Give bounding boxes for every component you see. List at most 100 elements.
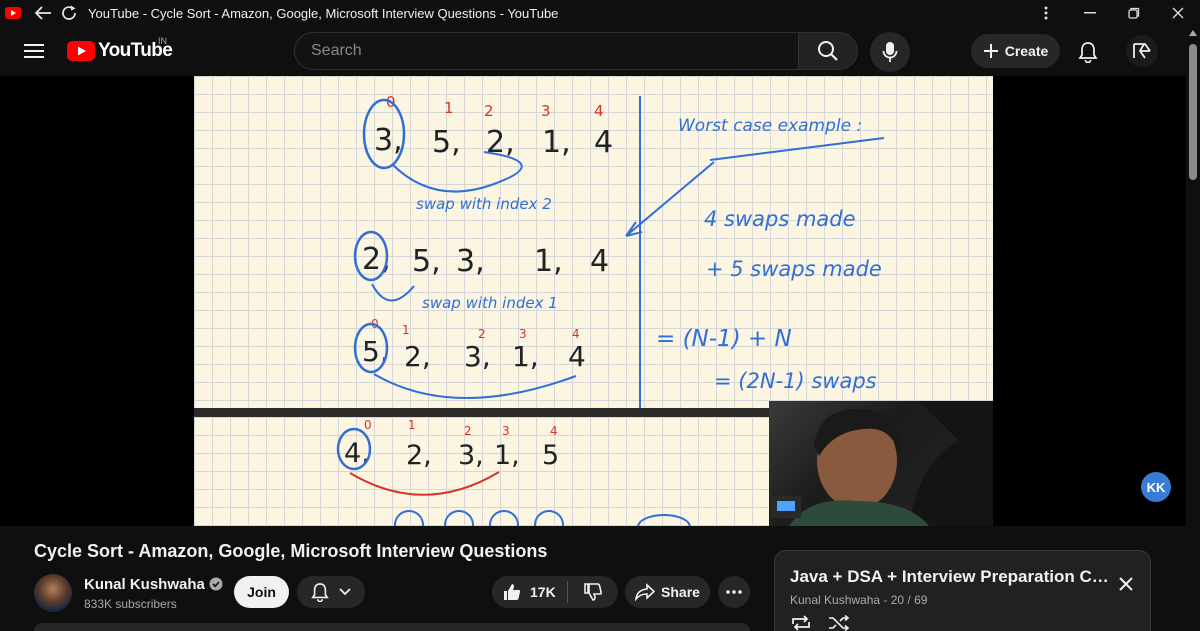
array-value: 4 [568, 340, 586, 373]
whiteboard-line: + 5 swaps made [706, 257, 882, 281]
restore-icon[interactable] [1112, 0, 1156, 26]
presenter-image [771, 401, 993, 526]
whiteboard-line: = (N-1) + N [656, 326, 792, 352]
minimize-icon[interactable] [1068, 0, 1112, 26]
create-label: Create [1004, 43, 1049, 59]
array-value: 5 [542, 440, 559, 471]
array-value: 1, [542, 125, 571, 160]
search-icon [818, 41, 838, 61]
join-button[interactable]: Join [234, 576, 289, 608]
subscriber-count: 833K subscribers [84, 596, 177, 611]
like-dislike-group: 17K [492, 576, 618, 608]
share-icon [635, 583, 656, 601]
window-title: YouTube - Cycle Sort - Amazon, Google, M… [88, 5, 559, 21]
more-options-icon[interactable] [1024, 0, 1068, 26]
microphone-icon [882, 42, 898, 62]
bell-icon [311, 583, 329, 602]
loop-icon[interactable] [790, 615, 812, 631]
array-value: 4 [594, 125, 613, 160]
array-value: 1, [534, 244, 563, 279]
whiteboard-heading: Worst case example : [678, 116, 862, 136]
hamburger-menu-icon[interactable] [20, 37, 48, 65]
index-label: 2 [484, 102, 494, 120]
index-label: 2 [478, 327, 486, 341]
array-value: 2, [404, 340, 431, 373]
index-label: 3 [519, 327, 527, 341]
search-box[interactable] [294, 32, 798, 70]
youtube-logo[interactable]: YouTube [67, 40, 173, 62]
index-label: 0 [364, 418, 372, 432]
like-button[interactable]: 17K [492, 576, 567, 608]
array-value: 3, [458, 440, 484, 471]
array-value: 1, [494, 440, 520, 471]
channel-owner: Kunal Kushwaha 833K subscribers [34, 574, 223, 612]
account-avatar[interactable] [1126, 35, 1158, 67]
reload-icon[interactable] [56, 0, 82, 26]
shuffle-icon[interactable] [828, 615, 850, 631]
index-label: 4 [572, 327, 580, 341]
array-value: 3, [464, 340, 491, 373]
youtube-play-icon [67, 41, 95, 61]
scroll-up-icon[interactable] [1189, 30, 1197, 36]
array-value: 5, [412, 244, 441, 279]
close-icon [1119, 577, 1133, 591]
plus-icon [983, 44, 998, 58]
back-arrow-icon[interactable] [30, 0, 56, 26]
playlist-title[interactable]: Java + DSA + Interview Preparation Cours… [790, 567, 1110, 587]
array-value: 2, [406, 440, 432, 471]
create-button[interactable]: Create [971, 34, 1060, 68]
array-value: 3, [456, 244, 485, 279]
description-box-edge[interactable] [34, 623, 750, 631]
index-label: 3 [541, 102, 551, 120]
index-label: 3 [502, 424, 510, 438]
whiteboard-line: = (2N-1) swaps [714, 369, 877, 393]
whiteboard-note: swap with index 1 [422, 294, 558, 312]
video-title: Cycle Sort - Amazon, Google, Microsoft I… [34, 541, 548, 561]
page-scrollbar[interactable] [1186, 26, 1200, 631]
array-value: 5, [432, 125, 461, 160]
like-count: 17K [530, 584, 556, 600]
index-label: 1 [408, 418, 416, 432]
playlist-panel: Java + DSA + Interview Preparation Cours… [774, 550, 1151, 631]
thumbs-down-icon [584, 583, 602, 601]
more-horizontal-icon [726, 590, 742, 594]
account-logo-icon [1133, 43, 1151, 59]
array-value: 3, [374, 123, 403, 158]
chevron-down-icon [339, 588, 351, 596]
channel-watermark[interactable]: KK [1141, 472, 1171, 502]
index-label: 1 [444, 99, 454, 117]
more-actions-button[interactable] [718, 576, 750, 608]
channel-avatar[interactable] [34, 574, 72, 612]
share-button[interactable]: Share [625, 576, 710, 608]
scrollbar-thumb[interactable] [1189, 44, 1197, 180]
video-player[interactable]: 0 1 2 3 4 3, 5, 2, 1, 4 swap with index … [0, 76, 1186, 526]
masthead: YouTube IN Create [0, 26, 1200, 76]
index-label: 2 [464, 424, 472, 438]
bell-icon [1078, 42, 1098, 63]
index-label: 4 [550, 424, 558, 438]
voice-search-button[interactable] [870, 32, 910, 72]
channel-name[interactable]: Kunal Kushwaha [84, 576, 205, 593]
array-value: 4 [590, 244, 609, 279]
country-code: IN [158, 36, 167, 46]
search-button[interactable] [798, 32, 858, 70]
playlist-close-button[interactable] [1113, 571, 1139, 597]
index-label: 4 [594, 102, 604, 120]
share-label: Share [661, 584, 700, 600]
search-input[interactable] [311, 42, 798, 60]
array-value: 1, [512, 340, 539, 373]
youtube-favicon-icon [0, 0, 26, 26]
index-label: 1 [402, 323, 410, 337]
whiteboard-note: swap with index 2 [416, 195, 552, 213]
whiteboard-drawing: 0 1 2 3 4 3, 5, 2, 1, 4 swap with index … [353, 93, 885, 408]
dislike-button[interactable] [568, 576, 618, 608]
whiteboard-line: 4 swaps made [704, 207, 856, 231]
playlist-subtitle: Kunal Kushwaha - 20 / 69 [790, 593, 928, 607]
verified-check-icon [209, 577, 223, 591]
title-bar: YouTube - Cycle Sort - Amazon, Google, M… [0, 0, 1200, 26]
notifications-button[interactable] [1070, 34, 1106, 70]
webcam-overlay [769, 401, 993, 526]
subscribed-notifications-button[interactable] [297, 576, 365, 608]
thumbs-up-icon [504, 584, 521, 600]
close-window-icon[interactable] [1156, 0, 1200, 26]
